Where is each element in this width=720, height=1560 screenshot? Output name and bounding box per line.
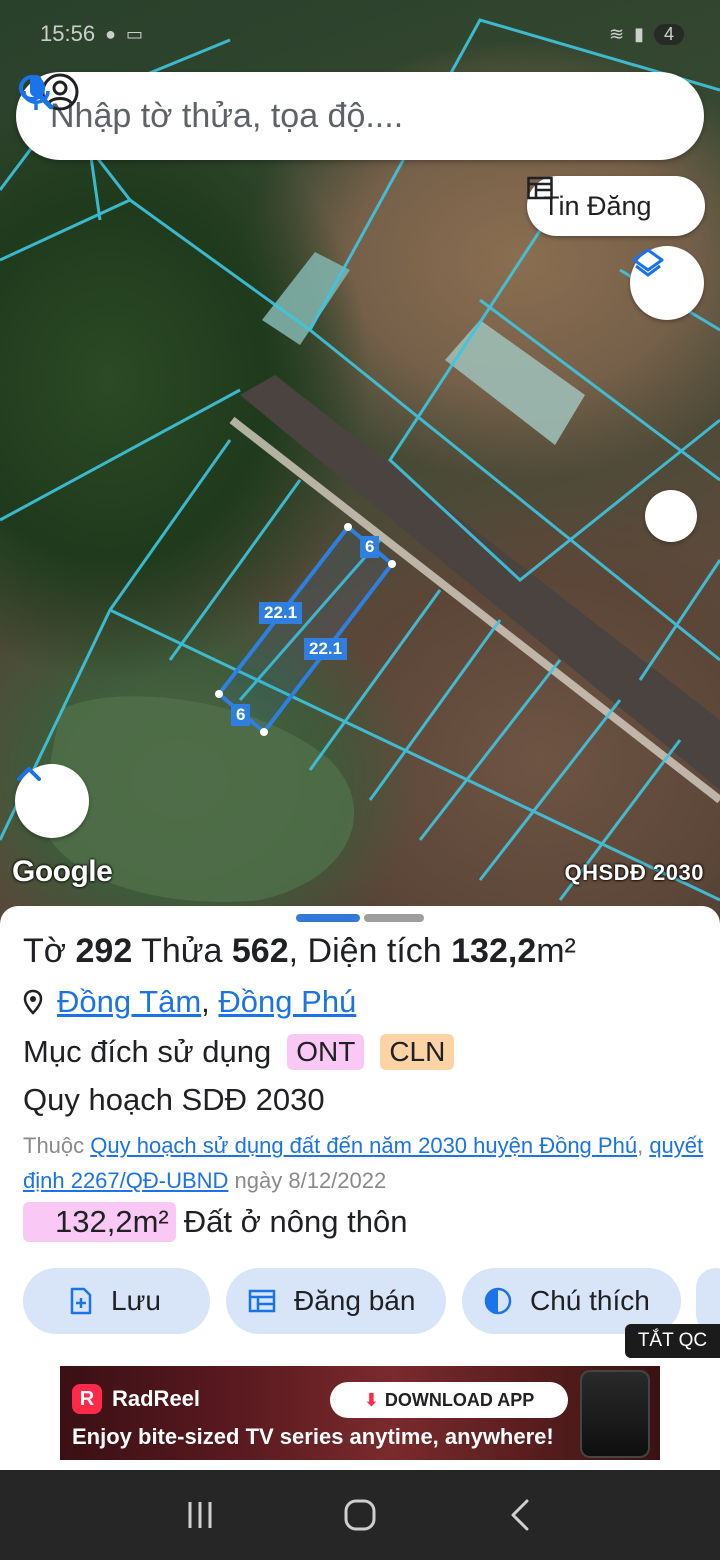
listings-label: Tin Đăng bbox=[543, 190, 652, 221]
search-bar[interactable]: Nhập tờ thửa, tọa độ.... bbox=[16, 72, 704, 160]
title-to-label: Tờ bbox=[23, 932, 76, 970]
district-link[interactable]: Đồng Phú bbox=[218, 984, 356, 1019]
sheet-page-indicator-active bbox=[296, 914, 360, 922]
legend-label: Chú thích bbox=[530, 1285, 650, 1316]
microphone-icon[interactable] bbox=[16, 72, 56, 112]
parcel-title: Tờ 292 Thửa 562, Diện tích 132,2m² bbox=[23, 932, 576, 971]
save-label: Lưu bbox=[111, 1285, 161, 1316]
layers-button[interactable] bbox=[630, 246, 704, 320]
download-icon: ⬇ bbox=[363, 1389, 379, 1410]
wifi-icon: ≋ bbox=[608, 23, 625, 44]
system-nav-bar bbox=[0, 1470, 720, 1560]
location-dot-button[interactable] bbox=[645, 490, 697, 542]
sheet-number: 292 bbox=[75, 932, 133, 970]
search-input[interactable]: Nhập tờ thửa, tọa độ.... bbox=[50, 97, 704, 136]
map-layer-label: QHSDĐ 2030 bbox=[564, 860, 704, 885]
post-for-sale-button[interactable]: Đăng bán bbox=[226, 1268, 446, 1334]
recent-apps-button[interactable] bbox=[180, 1495, 220, 1535]
title-thua-label: Thửa bbox=[132, 932, 232, 970]
ad-brand-name: RadReel bbox=[112, 1386, 201, 1411]
land-type-label: Đất ở nông thôn bbox=[183, 1204, 408, 1239]
plan-desc-comma: , bbox=[637, 1133, 644, 1158]
add-document-icon bbox=[70, 1287, 92, 1315]
layers-icon bbox=[632, 248, 664, 277]
contrast-icon bbox=[484, 1287, 512, 1315]
land-type-area-row: 132,2m² Đất ở nông thôn bbox=[23, 1202, 407, 1242]
ad-download-label: DOWNLOAD APP bbox=[384, 1389, 535, 1410]
home-icon bbox=[344, 1499, 376, 1531]
battery-indicator: 4 bbox=[653, 23, 684, 45]
action-buttons: Lưu Đăng bán Chú thích bbox=[23, 1268, 720, 1334]
building-1 bbox=[262, 252, 350, 345]
location-separator: , bbox=[201, 984, 210, 1019]
save-button[interactable]: Lưu bbox=[23, 1268, 210, 1334]
building-2 bbox=[445, 320, 585, 445]
dimension-label-left: 22.1 bbox=[259, 602, 303, 624]
home-button[interactable] bbox=[340, 1495, 380, 1535]
land-use-row: Mục đích sử dụng ONT CLN bbox=[23, 1034, 455, 1070]
ad-tagline: Enjoy bite-sized TV series anytime, anyw… bbox=[72, 1424, 554, 1449]
ad-phone-image bbox=[580, 1370, 650, 1458]
google-logo: Google bbox=[12, 855, 113, 888]
land-use-tag-ont: ONT bbox=[287, 1034, 365, 1070]
parcel-area: 132,2 bbox=[451, 932, 537, 970]
location-row: Đồng Tâm, Đồng Phú bbox=[23, 984, 356, 1020]
post-listing-icon bbox=[248, 1289, 276, 1313]
post-for-sale-label: Đăng bán bbox=[294, 1285, 416, 1316]
ad-brand: R RadReel bbox=[72, 1384, 200, 1414]
parcel-info-sheet: Tờ 292 Thửa 562, Diện tích 132,2m² Đồng … bbox=[0, 906, 720, 1470]
plan-desc-prefix: Thuộc bbox=[23, 1133, 91, 1158]
decision-date: ngày 8/12/2022 bbox=[228, 1168, 387, 1193]
plan-document-link[interactable]: Quy hoạch sử dụng đất đến năm 2030 huyện… bbox=[90, 1133, 637, 1158]
location-pin-icon bbox=[23, 989, 43, 1015]
title-area-label: , Diện tích bbox=[288, 932, 452, 970]
radreel-logo-icon: R bbox=[72, 1384, 102, 1414]
dimension-label-bottom: 6 bbox=[231, 704, 251, 726]
sheet-handle[interactable] bbox=[296, 914, 424, 922]
listings-icon bbox=[527, 176, 553, 200]
back-button[interactable] bbox=[500, 1495, 540, 1535]
map-view[interactable]: 6 22.1 22.1 6 15:56 ● ▭ ≋ ▮ 4 Nhập tờ th… bbox=[0, 0, 720, 920]
status-time: 15:56 bbox=[40, 21, 96, 46]
area-unit: m² bbox=[536, 932, 576, 970]
back-icon bbox=[511, 1499, 529, 1531]
dimension-label-right: 22.1 bbox=[304, 638, 348, 660]
status-bar: 15:56 ● ▭ ≋ ▮ 4 bbox=[40, 18, 684, 50]
land-use-tag-cln: CLN bbox=[380, 1034, 455, 1070]
commune-link[interactable]: Đồng Tâm bbox=[57, 984, 201, 1019]
close-ad-button[interactable]: TẮT QC bbox=[625, 1324, 720, 1358]
parcel-number: 562 bbox=[231, 932, 289, 970]
chevron-up-icon bbox=[17, 767, 41, 781]
land-use-label: Mục đích sử dụng bbox=[23, 1034, 272, 1069]
plan-title: Quy hoạch SDĐ 2030 bbox=[23, 1082, 325, 1117]
plan-description: Thuộc Quy hoạch sử dụng đất đến năm 2030… bbox=[23, 1128, 720, 1198]
signal-icon: ▮ bbox=[634, 23, 644, 44]
land-type-area-chip: 132,2m² bbox=[23, 1202, 176, 1242]
cast-icon: ▭ bbox=[125, 23, 143, 44]
sheet-page-indicator bbox=[364, 914, 424, 922]
ad-banner[interactable]: R RadReel ⬇ DOWNLOAD APP Enjoy bite-size… bbox=[60, 1366, 660, 1460]
facebook-icon: ● bbox=[105, 23, 116, 44]
dimension-label-top: 6 bbox=[360, 536, 380, 558]
listings-button[interactable]: Tin Đăng bbox=[527, 176, 705, 236]
ad-download-button[interactable]: ⬇ DOWNLOAD APP bbox=[330, 1382, 568, 1418]
recent-apps-icon bbox=[188, 1502, 212, 1528]
expand-up-button[interactable] bbox=[15, 764, 89, 838]
